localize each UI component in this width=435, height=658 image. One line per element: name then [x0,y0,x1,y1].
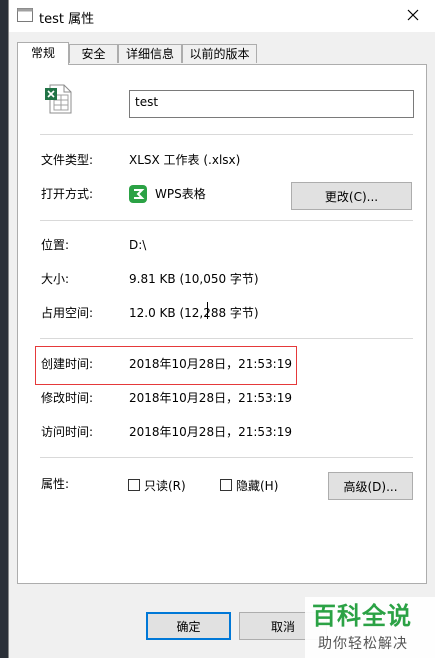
window-title: test 属性 [39,12,95,27]
text-cursor [207,302,208,319]
disk-size-value: 12.0 KB (12,288 字节) [129,306,259,320]
advanced-button[interactable]: 高级(D)... [328,472,413,500]
attributes-label: 属性: [41,477,70,491]
general-panel: test 文件类型: XLSX 工作表 (.xlsx) 打开方式: WPS表格 … [17,64,427,584]
document-icon [17,8,33,22]
excel-file-icon [44,84,72,117]
watermark-title: 百科全说 [312,602,412,630]
open-with-value: WPS表格 [155,187,206,201]
file-name-input[interactable]: test [129,90,414,118]
hidden-checkbox[interactable] [220,479,232,491]
properties-dialog: test 属性 常规 安全 详细信息 以前的版本 test 文件类型: XLSX… [8,0,435,658]
modified-label: 修改时间: [41,391,94,405]
modified-value: 2018年10月28日，21:53:19 [129,391,292,405]
divider [40,134,413,135]
tab-security[interactable]: 安全 [69,44,118,63]
size-label: 大小: [41,272,70,286]
wps-spreadsheet-icon [129,185,147,206]
divider [40,220,413,221]
tab-previous-versions[interactable]: 以前的版本 [182,44,257,63]
file-type-label: 文件类型: [41,153,94,167]
close-icon [407,9,419,24]
location-value: D:\ [129,238,147,252]
location-label: 位置: [41,238,70,252]
created-label: 创建时间: [41,357,94,371]
size-value: 9.81 KB (10,050 字节) [129,272,259,286]
open-with-label: 打开方式: [41,187,94,201]
tab-general[interactable]: 常规 [17,42,69,65]
change-button[interactable]: 更改(C)... [291,182,412,210]
title-bar: test 属性 [9,0,435,32]
disk-size-label: 占用空间: [41,306,94,320]
accessed-value: 2018年10月28日，21:53:19 [129,425,292,439]
divider [40,338,413,339]
tab-details[interactable]: 详细信息 [118,44,182,63]
hidden-label[interactable]: 隐藏(H) [236,478,278,494]
readonly-label[interactable]: 只读(R) [144,478,186,494]
close-button[interactable] [390,0,435,32]
watermark-subtitle: 助你轻松解决 [318,636,408,652]
ok-button[interactable]: 确定 [146,612,231,640]
divider [40,457,413,458]
accessed-label: 访问时间: [41,425,94,439]
background-strip [0,0,8,658]
readonly-checkbox[interactable] [128,479,140,491]
file-type-value: XLSX 工作表 (.xlsx) [129,153,241,167]
watermark: 百科全说 助你轻松解决 [305,597,435,658]
created-value: 2018年10月28日，21:53:19 [129,357,292,371]
